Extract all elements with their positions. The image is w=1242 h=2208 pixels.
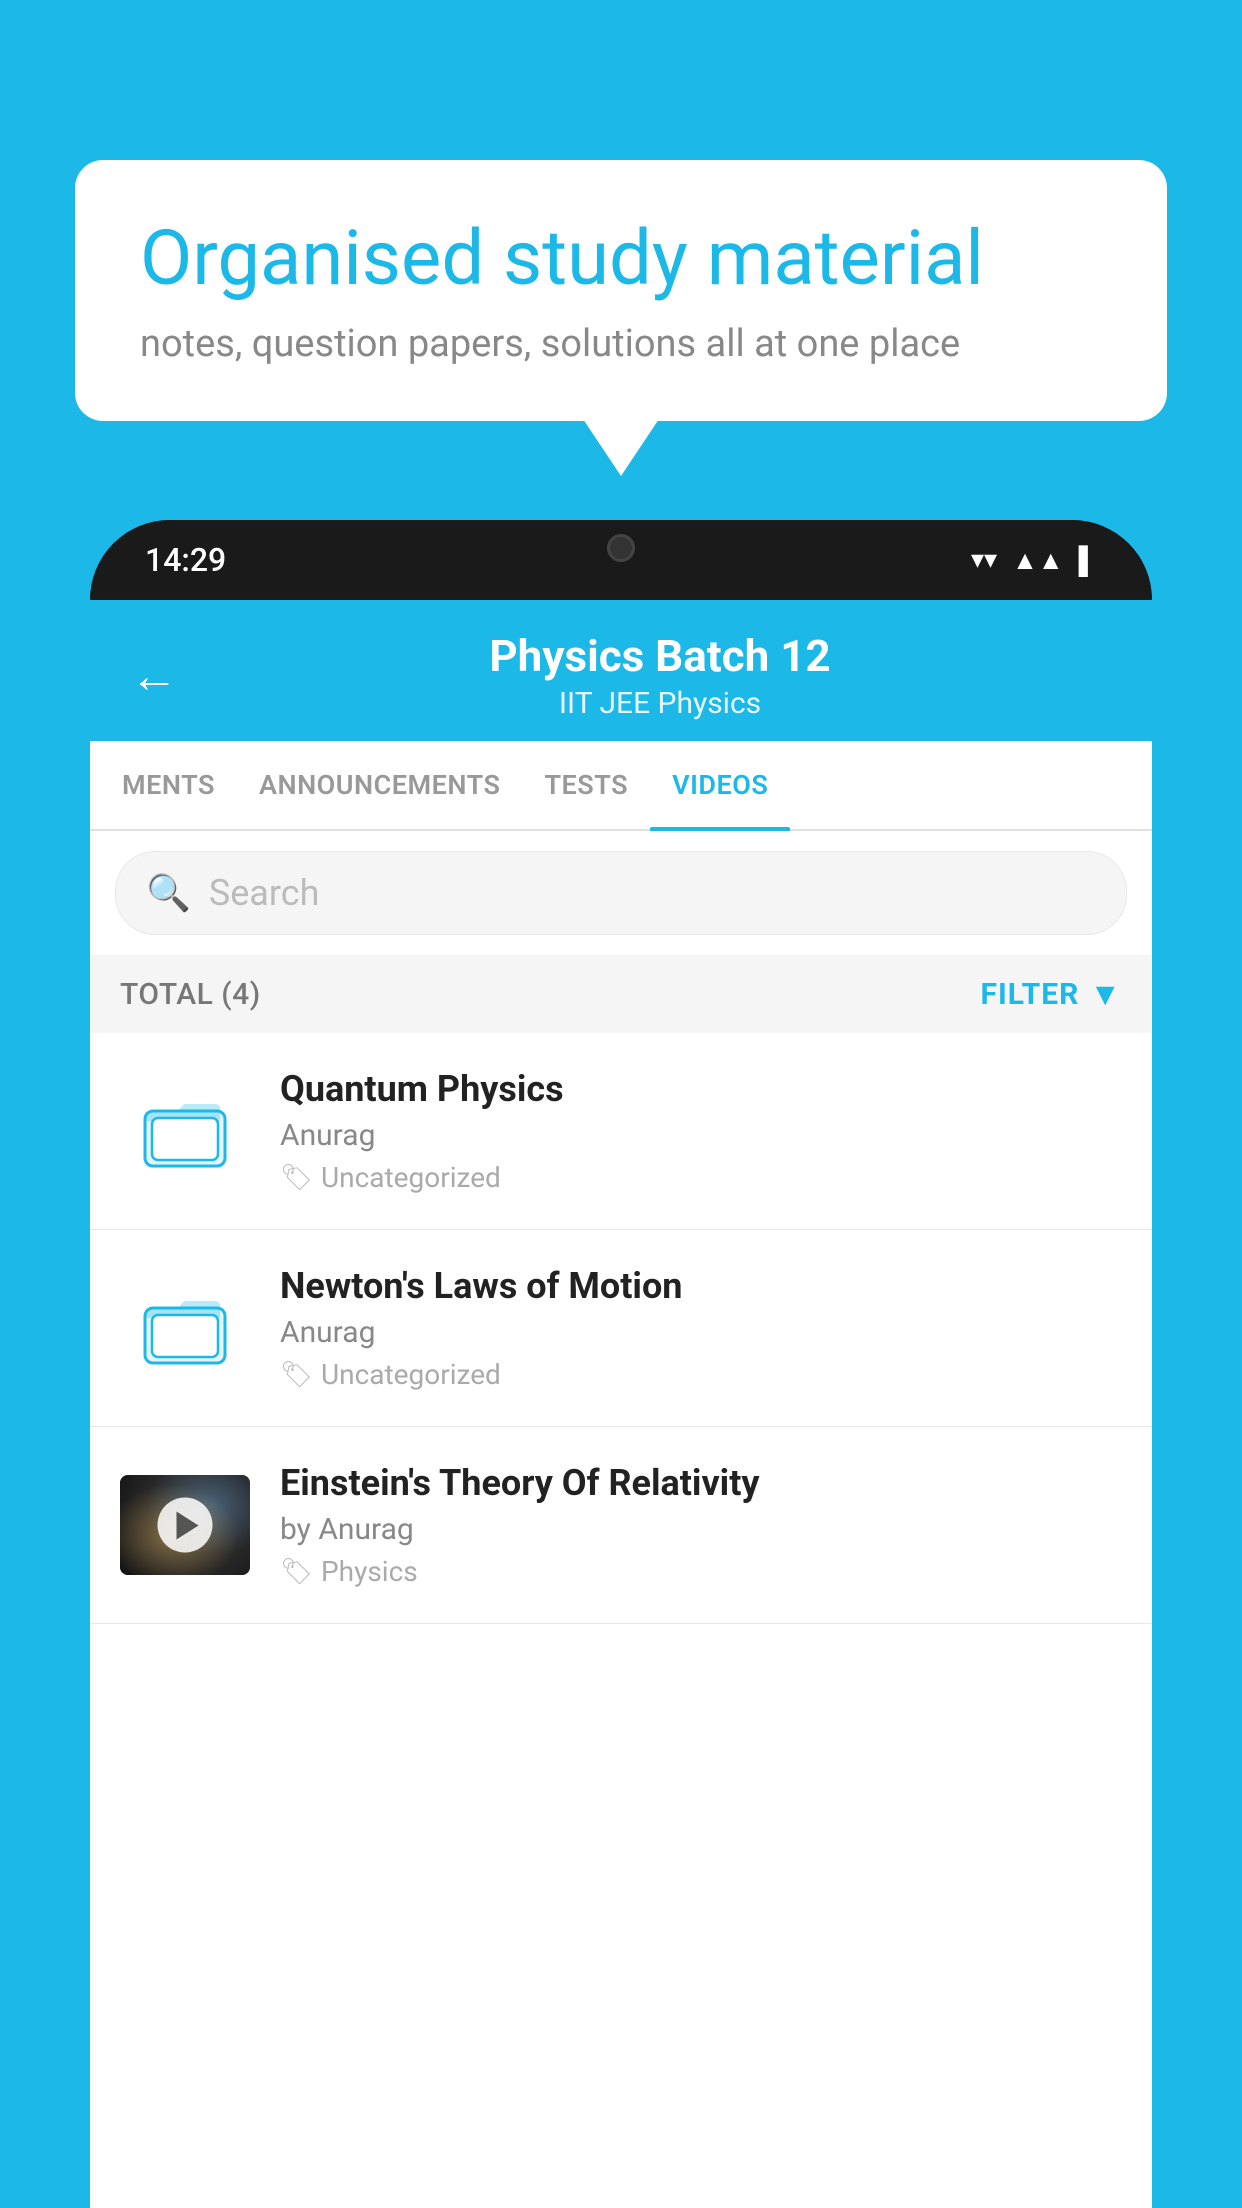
- tag-icon: 🏷: [280, 1557, 313, 1587]
- total-count: TOTAL (4): [120, 977, 261, 1012]
- phone-notch: [541, 520, 701, 575]
- item-title: Quantum Physics: [280, 1068, 1122, 1110]
- item-thumbnail: [120, 1081, 250, 1181]
- item-tag: 🏷 Uncategorized: [280, 1358, 1122, 1391]
- search-bar-container: 🔍 Search: [90, 831, 1152, 955]
- tab-videos[interactable]: VIDEOS: [650, 741, 790, 829]
- tag-icon: 🏷: [280, 1360, 313, 1390]
- item-title: Newton's Laws of Motion: [280, 1265, 1122, 1307]
- status-icons: ▾▾ ▲▲ ▌: [971, 545, 1097, 576]
- filter-label: FILTER: [981, 977, 1080, 1012]
- item-info: Quantum Physics Anurag 🏷 Uncategorized: [280, 1068, 1122, 1194]
- item-author: Anurag: [280, 1315, 1122, 1350]
- search-bar[interactable]: 🔍 Search: [115, 851, 1127, 935]
- tab-tests[interactable]: TESTS: [522, 741, 650, 829]
- bubble-subtitle: notes, question papers, solutions all at…: [140, 322, 1102, 366]
- search-icon: 🔍: [146, 872, 191, 914]
- app-header: ← Physics Batch 12 IIT JEE Physics: [90, 600, 1152, 741]
- item-tag: 🏷 Physics: [280, 1555, 1122, 1588]
- item-tag: 🏷 Uncategorized: [280, 1161, 1122, 1194]
- tag-icon: 🏷: [280, 1163, 313, 1193]
- filter-button[interactable]: FILTER ▼: [981, 975, 1123, 1013]
- item-info: Einstein's Theory Of Relativity by Anura…: [280, 1462, 1122, 1588]
- play-button-overlay: [158, 1498, 213, 1553]
- batch-tags: IIT JEE Physics: [208, 686, 1112, 721]
- tab-announcements[interactable]: ANNOUNCEMENTS: [237, 741, 523, 829]
- item-thumbnail: [120, 1475, 250, 1575]
- back-button[interactable]: ←: [130, 647, 178, 704]
- camera-dot: [607, 534, 635, 562]
- item-info: Newton's Laws of Motion Anurag 🏷 Uncateg…: [280, 1265, 1122, 1391]
- signal-icon: ▲▲: [1012, 545, 1063, 576]
- speech-bubble: Organised study material notes, question…: [75, 160, 1167, 421]
- tabs-bar: MENTS ANNOUNCEMENTS TESTS VIDEOS: [90, 741, 1152, 831]
- play-triangle-icon: [176, 1511, 198, 1539]
- wifi-icon: ▾▾: [971, 545, 997, 575]
- list-item[interactable]: Newton's Laws of Motion Anurag 🏷 Uncateg…: [90, 1230, 1152, 1427]
- header-title-area: Physics Batch 12 IIT JEE Physics: [208, 630, 1112, 721]
- filter-bar: TOTAL (4) FILTER ▼: [90, 955, 1152, 1033]
- item-thumbnail: [120, 1278, 250, 1378]
- phone-screen: ← Physics Batch 12 IIT JEE Physics MENTS…: [90, 600, 1152, 2208]
- tab-ments[interactable]: MENTS: [100, 741, 237, 829]
- battery-icon: ▌: [1079, 545, 1097, 576]
- tag-label: Physics: [321, 1555, 418, 1588]
- status-bar: 14:29 ▾▾ ▲▲ ▌: [90, 520, 1152, 600]
- item-title: Einstein's Theory Of Relativity: [280, 1462, 1122, 1504]
- batch-title: Physics Batch 12: [208, 630, 1112, 682]
- filter-funnel-icon: ▼: [1089, 975, 1122, 1013]
- list-item[interactable]: Quantum Physics Anurag 🏷 Uncategorized: [90, 1033, 1152, 1230]
- phone-frame: 14:29 ▾▾ ▲▲ ▌ ← Physics Batch 12 IIT JEE…: [90, 520, 1152, 2208]
- item-author: by Anurag: [280, 1512, 1122, 1547]
- tag-label: Uncategorized: [321, 1358, 501, 1391]
- tag-label: Uncategorized: [321, 1161, 501, 1194]
- list-item[interactable]: Einstein's Theory Of Relativity by Anura…: [90, 1427, 1152, 1624]
- video-thumbnail-img: [120, 1475, 250, 1575]
- search-placeholder: Search: [209, 872, 320, 914]
- bubble-title: Organised study material: [140, 215, 1102, 302]
- video-list: Quantum Physics Anurag 🏷 Uncategorized: [90, 1033, 1152, 2208]
- item-author: Anurag: [280, 1118, 1122, 1153]
- time-display: 14:29: [145, 541, 226, 579]
